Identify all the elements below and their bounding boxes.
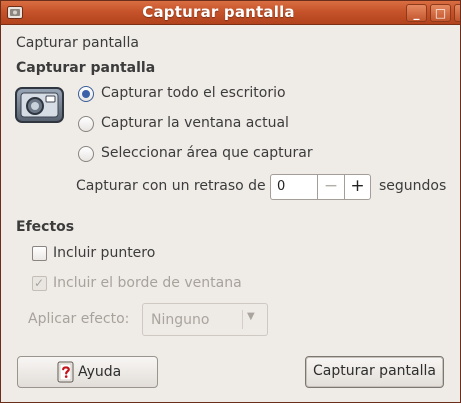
delay-increment-button[interactable]: +	[344, 174, 371, 200]
include-pointer-label[interactable]: Incluir puntero	[53, 245, 155, 261]
title-bar[interactable]: Capturar pantalla _ □	[1, 1, 460, 25]
help-icon	[57, 361, 74, 383]
include-border-label[interactable]: Incluir el borde de ventana	[53, 275, 242, 291]
combo-separator	[242, 310, 243, 329]
checkmark-icon: ✓	[34, 276, 45, 290]
radio-current-window[interactable]	[78, 116, 94, 132]
radio-select-area[interactable]	[78, 146, 94, 162]
capture-screenshot-button[interactable]: Capturar pantalla	[305, 356, 444, 388]
radio-current-window-label[interactable]: Capturar la ventana actual	[101, 115, 289, 131]
minimize-button[interactable]: _	[406, 4, 427, 22]
radio-whole-desktop[interactable]	[78, 86, 94, 102]
screenshot-dialog: Capturar pantalla _ □ Capturar pantalla …	[0, 0, 461, 403]
help-button[interactable]: Ayuda	[17, 356, 158, 388]
close-button[interactable]	[454, 4, 460, 22]
include-border-checkbox[interactable]: ✓	[32, 276, 47, 291]
maximize-button[interactable]: □	[430, 4, 451, 22]
chevron-down-icon: ▼	[247, 311, 255, 322]
include-pointer-checkbox[interactable]	[32, 246, 47, 261]
camera-icon	[15, 87, 64, 123]
apply-effect-select[interactable]: Ninguno ▼	[142, 303, 268, 336]
radio-whole-desktop-label[interactable]: Capturar todo el escritorio	[101, 85, 286, 101]
window-title: Capturar pantalla	[142, 3, 295, 21]
help-button-label: Ayuda	[78, 364, 122, 380]
radio-select-area-label[interactable]: Seleccionar área que capturar	[101, 145, 313, 161]
dialog-caption: Capturar pantalla	[16, 35, 139, 51]
delay-unit-label: segundos	[379, 178, 447, 194]
apply-effect-value: Ninguno	[151, 312, 210, 328]
delay-decrement-button[interactable]: −	[317, 174, 344, 200]
delay-label: Capturar con un retraso de	[76, 178, 266, 194]
apply-effect-label: Aplicar efecto:	[28, 311, 130, 327]
effects-section-heading: Efectos	[16, 219, 75, 235]
delay-input[interactable]: 0	[270, 174, 317, 200]
capture-section-heading: Capturar pantalla	[16, 60, 156, 76]
